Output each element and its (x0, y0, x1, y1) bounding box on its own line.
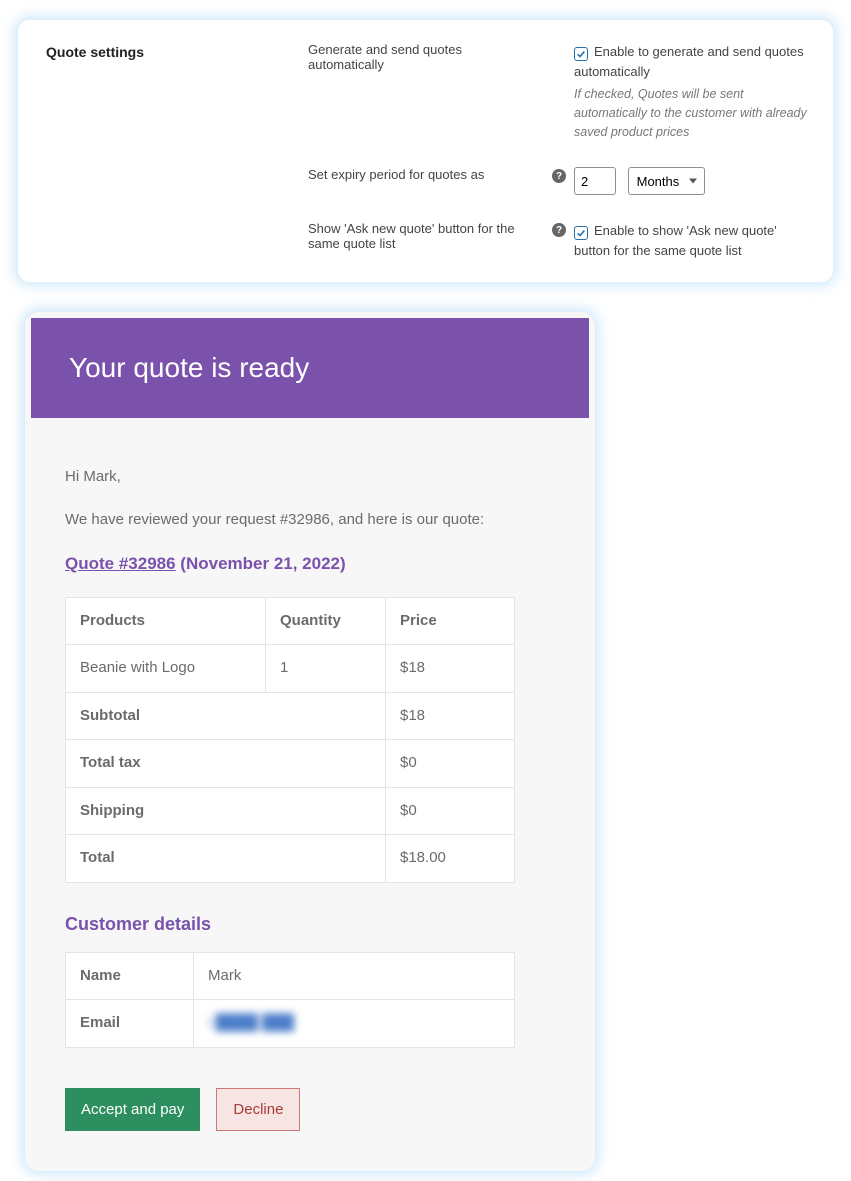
table-row: Beanie with Logo 1 $18 (66, 645, 515, 693)
setting-expiry-row: Set expiry period for quotes as ? Months (308, 167, 813, 195)
setting-asknew-label: Show 'Ask new quote' button for the same… (308, 221, 550, 251)
setting-expiry-label: Set expiry period for quotes as (308, 167, 550, 182)
col-products: Products (66, 597, 266, 645)
table-row-subtotal: Subtotal $18 (66, 692, 515, 740)
table-row: Name Mark (66, 952, 515, 1000)
setting-asknew-checkbox-label[interactable]: Enable to show 'Ask new quote' button fo… (574, 223, 777, 258)
setting-generate-checkbox-label[interactable]: Enable to generate and send quotes autom… (574, 44, 804, 79)
email-intro: We have reviewed your request #32986, an… (65, 509, 555, 532)
help-icon[interactable]: ? (552, 223, 566, 237)
quote-email-preview: Your quote is ready Hi Mark, We have rev… (25, 312, 595, 1171)
table-row-tax: Total tax $0 (66, 740, 515, 788)
help-icon[interactable]: ? (552, 169, 566, 183)
checkbox-icon[interactable] (574, 226, 588, 240)
email-heading: Your quote is ready (31, 318, 589, 418)
quote-link[interactable]: Quote #32986 (65, 554, 176, 573)
customer-email-blurred: i ████ ███ (208, 1014, 294, 1031)
setting-generate-row: Generate and send quotes automatically E… (308, 42, 813, 141)
col-price: Price (386, 597, 515, 645)
email-greeting: Hi Mark, (65, 466, 555, 489)
accept-and-pay-button[interactable]: Accept and pay (65, 1088, 200, 1131)
settings-section-title: Quote settings (46, 42, 308, 60)
expiry-value-input[interactable] (574, 167, 616, 195)
col-quantity: Quantity (266, 597, 386, 645)
checkbox-icon[interactable] (574, 47, 588, 61)
table-row-total: Total $18.00 (66, 835, 515, 883)
customer-details-table: Name Mark Email i ████ ███ (65, 952, 515, 1048)
decline-button[interactable]: Decline (216, 1088, 300, 1131)
setting-asknew-row: Show 'Ask new quote' button for the same… (308, 221, 813, 260)
expiry-unit-select[interactable]: Months (628, 167, 705, 195)
customer-details-heading: Customer details (65, 911, 555, 938)
quote-products-table: Products Quantity Price Beanie with Logo… (65, 597, 515, 883)
setting-generate-hint: If checked, Quotes will be sent automati… (574, 85, 813, 141)
quote-settings-panel: Quote settings Generate and send quotes … (18, 20, 833, 282)
setting-generate-label: Generate and send quotes automatically (308, 42, 550, 72)
table-row-shipping: Shipping $0 (66, 787, 515, 835)
quote-date: (November 21, 2022) (180, 554, 345, 573)
